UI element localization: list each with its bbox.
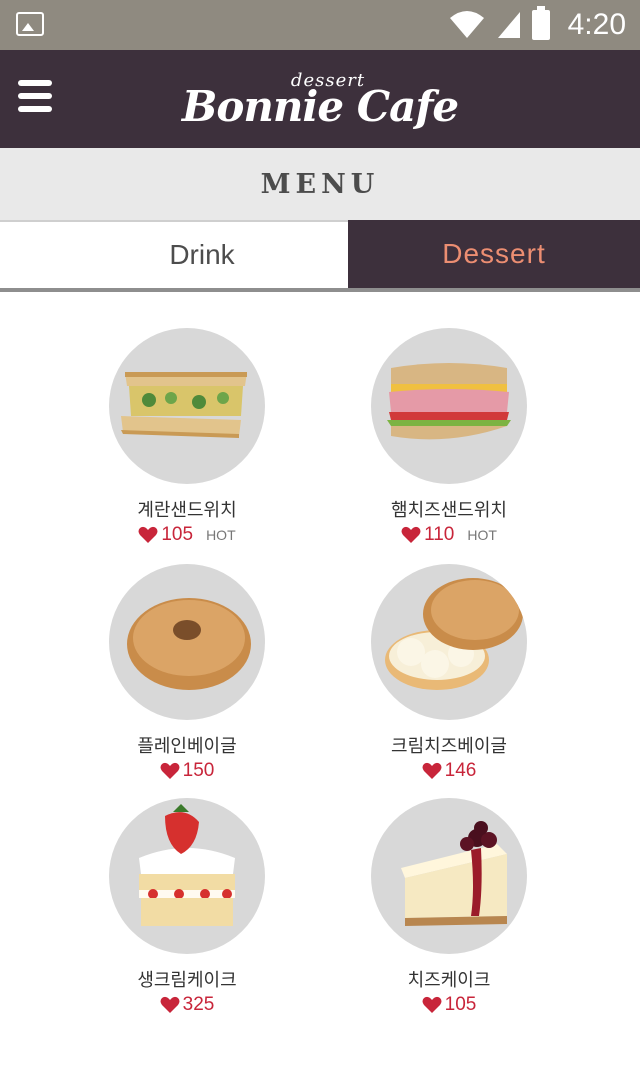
logo-title: Bonnie Cafe <box>181 82 459 131</box>
wifi-icon <box>449 11 484 38</box>
product-item-cream-cheese-bagel[interactable]: 크림치즈베이글 146 <box>334 564 564 782</box>
product-name: 생크림케이크 <box>137 970 237 991</box>
product-meta: 105 HOT <box>72 524 302 546</box>
like-count: 105 <box>444 994 477 1015</box>
battery-icon <box>531 6 550 40</box>
product-item-plain-bagel[interactable]: 플레인베이글 150 <box>72 564 302 782</box>
clock: 4:20 <box>567 8 626 41</box>
product-meta: 105 <box>334 994 564 1016</box>
like-count: 325 <box>182 994 215 1015</box>
product-image-frame <box>371 328 527 484</box>
heart-icon[interactable] <box>138 526 158 544</box>
like-count: 150 <box>182 760 215 781</box>
heart-icon[interactable] <box>422 762 442 780</box>
menu-title-bar: MENU <box>0 148 640 220</box>
ham-cheese-sandwich-image <box>387 363 511 440</box>
cream-cheese-bagel-image <box>385 578 523 690</box>
product-meta: 325 <box>72 994 302 1016</box>
hot-badge: HOT <box>467 527 497 543</box>
egg-sandwich-image <box>121 372 247 438</box>
product-image-frame <box>109 798 265 954</box>
product-item-egg-sandwich[interactable]: 계란샌드위치 105 HOT <box>72 328 302 546</box>
heart-icon[interactable] <box>401 526 421 544</box>
page-title: MENU <box>260 168 380 200</box>
product-meta: 150 <box>72 760 302 782</box>
product-name: 크림치즈베이글 <box>391 736 507 757</box>
product-image-frame <box>109 564 265 720</box>
like-count: 110 <box>424 524 455 545</box>
product-meta: 146 <box>334 760 564 782</box>
signal-icon <box>497 12 520 38</box>
product-item-cheesecake[interactable]: 치즈케이크 105 <box>334 798 564 1016</box>
product-image-frame <box>371 798 527 954</box>
product-name: 햄치즈샌드위치 <box>391 500 507 521</box>
gallery-notification-icon <box>16 12 44 36</box>
product-meta: 110 HOT <box>334 524 564 546</box>
app-header: dessert Bonnie Cafe <box>0 50 640 148</box>
tab-drink[interactable]: Drink <box>0 220 348 288</box>
category-tabs: Drink Dessert <box>0 220 640 292</box>
like-count: 105 <box>161 524 194 545</box>
hot-badge: HOT <box>206 527 236 543</box>
plain-bagel-image <box>127 598 251 690</box>
product-name: 계란샌드위치 <box>137 500 237 521</box>
strawberry-cream-cake-image <box>139 804 235 926</box>
heart-icon[interactable] <box>160 996 180 1014</box>
cheesecake-image <box>401 821 507 926</box>
heart-icon[interactable] <box>422 996 442 1014</box>
heart-icon[interactable] <box>160 762 180 780</box>
product-item-strawberry-cream-cake[interactable]: 생크림케이크 325 <box>72 798 302 1016</box>
product-item-ham-cheese-sandwich[interactable]: 햄치즈샌드위치 110 HOT <box>334 328 564 546</box>
bonnie-cafe-logo: dessert Bonnie Cafe <box>0 50 640 148</box>
product-name: 플레인베이글 <box>137 736 237 757</box>
status-bar: 4:20 <box>0 0 640 50</box>
product-image-frame <box>371 564 527 720</box>
product-name: 치즈케이크 <box>407 970 491 991</box>
product-image-frame <box>109 328 265 484</box>
tab-dessert[interactable]: Dessert <box>348 220 640 288</box>
like-count: 146 <box>444 760 477 781</box>
